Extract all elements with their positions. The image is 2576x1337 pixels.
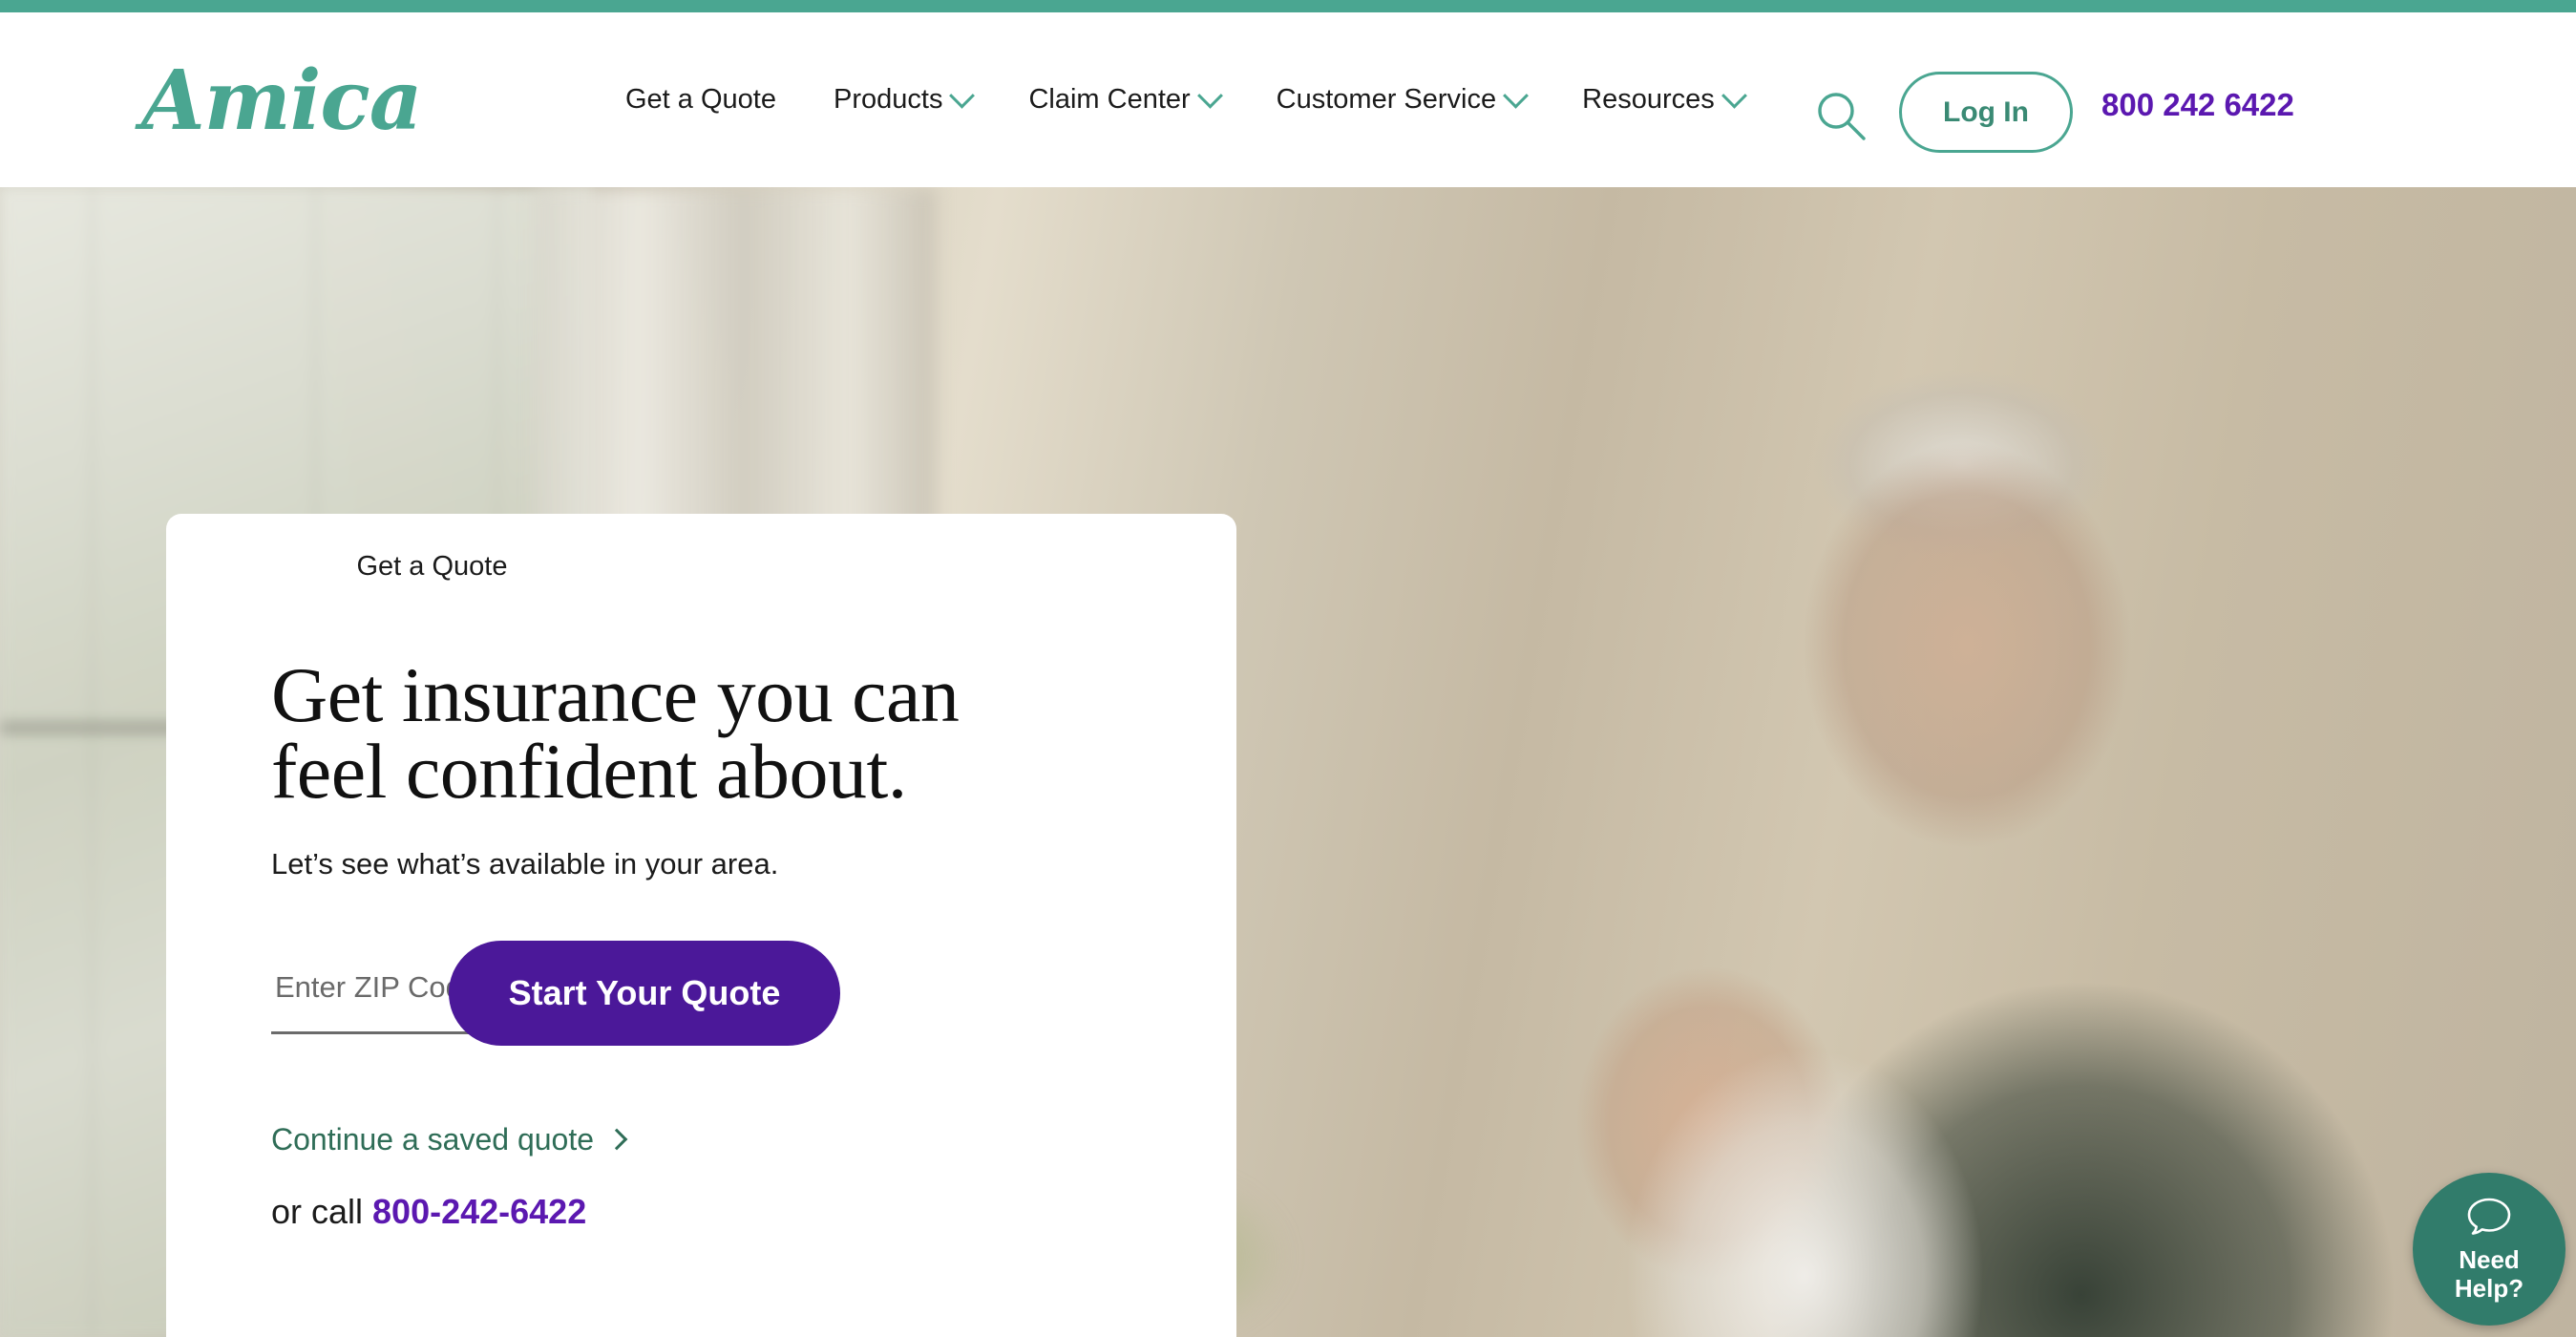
nav-label: Customer Service: [1276, 84, 1497, 115]
need-help-line2: Help?: [2454, 1273, 2524, 1303]
need-help-label: Need Help?: [2455, 1246, 2523, 1302]
call-us-line: or call 800-242-6422: [271, 1192, 1235, 1232]
nav-label: Claim Center: [1028, 84, 1191, 115]
tab-label: Get a Quote: [356, 550, 508, 582]
need-help-chat-button[interactable]: Need Help?: [2413, 1173, 2565, 1326]
chevron-down-icon: [1503, 82, 1530, 109]
nav-label: Resources: [1582, 84, 1715, 115]
nav-item-get-a-quote[interactable]: Get a Quote: [597, 84, 805, 116]
continue-saved-quote-link[interactable]: Continue a saved quote: [271, 1121, 628, 1157]
amica-logo[interactable]: Amica: [141, 60, 422, 142]
start-your-quote-button[interactable]: Start Your Quote: [449, 940, 840, 1046]
chevron-down-icon: [1721, 82, 1747, 109]
hero-section: Quick Links Get a Quote Get insurance yo…: [0, 187, 2576, 1337]
chevron-down-icon: [949, 82, 976, 109]
tab-get-a-quote[interactable]: Get a Quote: [166, 514, 698, 619]
zip-form-row: Start Your Quote: [271, 940, 997, 1046]
top-accent-bar: [0, 0, 2576, 12]
chat-bubble-icon: [2464, 1196, 2514, 1242]
search-icon[interactable]: [1812, 87, 1871, 146]
nav-item-claim-center[interactable]: Claim Center: [1000, 82, 1247, 116]
quote-card-body: Get insurance you can feel confident abo…: [271, 651, 1235, 1232]
hero-subheadline: Let’s see what’s available in your area.: [271, 846, 779, 881]
nav-item-resources[interactable]: Resources: [1553, 82, 1772, 116]
quote-card: Get a Quote Get insurance you can feel c…: [166, 514, 1236, 1337]
call-prefix-text: or call: [271, 1191, 373, 1231]
page-root: Amica Get a Quote Products Claim Center …: [0, 0, 2576, 1337]
header-phone-number[interactable]: 800 242 6422: [2101, 87, 2294, 123]
need-help-line1: Need: [2459, 1245, 2520, 1275]
site-header: Amica Get a Quote Products Claim Center …: [0, 12, 2576, 187]
chevron-right-icon: [605, 1128, 628, 1151]
nav-item-products[interactable]: Products: [805, 82, 1000, 116]
nav-item-customer-service[interactable]: Customer Service: [1248, 82, 1553, 116]
chevron-down-icon: [1196, 82, 1223, 109]
nav-label: Products: [834, 84, 943, 115]
saved-quote-label: Continue a saved quote: [271, 1121, 595, 1157]
main-navigation: Get a Quote Products Claim Center Custom…: [597, 12, 1772, 187]
login-button[interactable]: Log In: [1899, 72, 2073, 153]
hero-headline: Get insurance you can feel confident abo…: [271, 651, 960, 816]
nav-label: Get a Quote: [625, 84, 776, 115]
call-phone-number[interactable]: 800-242-6422: [372, 1192, 586, 1231]
